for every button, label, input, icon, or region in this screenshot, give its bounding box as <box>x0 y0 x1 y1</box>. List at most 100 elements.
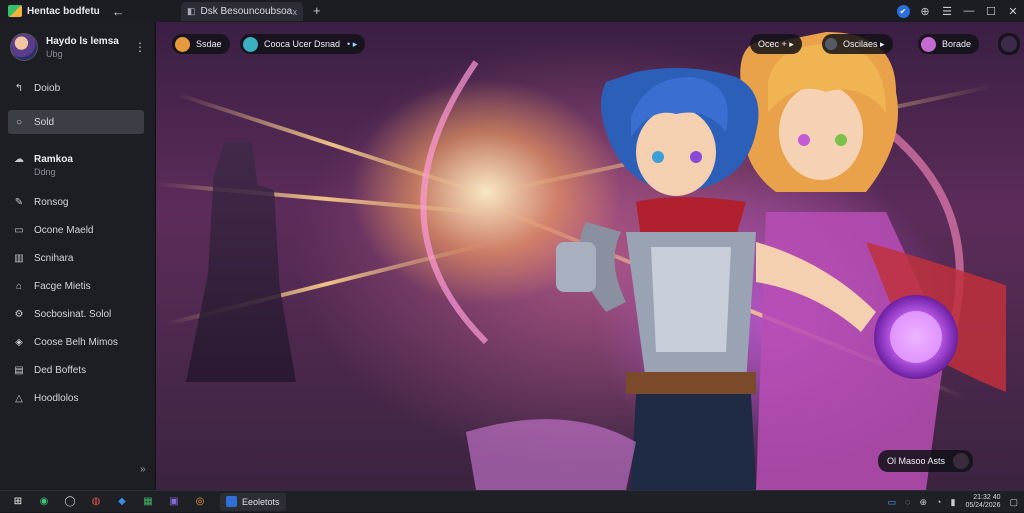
circle-icon: ○ <box>15 116 23 128</box>
chrome-icon[interactable]: ◎ <box>192 495 208 509</box>
collapse-sidebar-button[interactable]: » <box>140 464 146 475</box>
battery-icon[interactable]: ▮ <box>950 497 955 508</box>
sidebar-item-7[interactable]: ⚙ Socbosinat. Solol <box>8 302 144 326</box>
sidebar-item-4[interactable]: ▭ Ocone Maeld <box>8 218 144 242</box>
chip-extra: • ▸ <box>347 38 358 49</box>
app-title: Hentac bodfetu <box>27 5 100 17</box>
chip-user-2[interactable]: Cooca Ucer Dsnad • ▸ <box>240 34 366 54</box>
chip-label: Cooca Ucer Dsnad <box>264 39 341 49</box>
profile-card[interactable]: Haydo ls lemsa Ubg ⋮ <box>10 30 150 64</box>
chip-user-1[interactable]: Ssdae <box>172 34 230 54</box>
settings-icon <box>825 38 837 50</box>
new-tab-button[interactable]: + <box>313 3 321 18</box>
start-icon[interactable]: ⊞ <box>10 495 26 509</box>
kebab-menu-icon[interactable]: ⋮ <box>134 40 146 54</box>
window-controls: ✔ ⊕ ☰ — ☐ ✕ <box>892 0 1024 22</box>
clock-time: 21:32 40 <box>973 494 1001 501</box>
tab-label: Dsk Besouncoubsoa s <box>200 6 293 17</box>
network-icon[interactable]: ⊕ <box>920 497 928 508</box>
sidebar-item-label: Scnihara <box>34 252 74 264</box>
tab-main[interactable]: ◧ Dsk Besouncoubsoa s x <box>181 2 303 21</box>
avatar <box>1001 36 1017 52</box>
taskbar-app-label: Eeoletots <box>242 496 280 507</box>
sidebar-item-5[interactable]: ▥ Scnihara <box>8 246 144 270</box>
zoom-icon[interactable]: ⊕ <box>914 0 936 22</box>
shield-icon: ◈ <box>15 336 23 348</box>
sidebar-item-label: Hoodlolos <box>34 392 79 404</box>
sidebar-item-6[interactable]: ⌂ Facge Mietis <box>8 274 144 298</box>
sidebar-item-9[interactable]: ▤ Ded Boffets <box>8 358 144 382</box>
chat-icon[interactable]: ◆ <box>114 495 130 509</box>
search-icon[interactable]: ◯ <box>62 495 78 509</box>
sidebar-item-label: Ronsog <box>34 196 69 208</box>
chip-user-3[interactable]: Borade <box>918 34 980 54</box>
close-button[interactable]: ✕ <box>1002 0 1024 22</box>
sidebar-item-label: Ocone Maeld <box>34 224 94 236</box>
chip-label: Oscilaes ▸ <box>843 38 885 49</box>
heroes-illustration <box>420 32 1006 490</box>
taskbar: ⊞ ◉ ◯ ◍ ◆ ▦ ▣ ◎ Eeoletots ▭ ◌ ⊕ ◔ ▮ 21:3… <box>0 490 1024 512</box>
sidebar: Haydo ls lemsa Ubg ⋮ ↰ Doiob ○ Sold ☁ Ra… <box>0 22 156 490</box>
wifi-icon[interactable]: ◌ <box>905 497 910 507</box>
paint-icon: ✎ <box>14 196 24 208</box>
chip-label: Ssdae <box>196 39 222 49</box>
arrow-icon: ↰ <box>14 82 24 94</box>
profile-sub: Ubg <box>46 48 63 59</box>
sidebar-item-label: Ramkoa <box>34 154 73 165</box>
sidebar-item-10[interactable]: △ Hoodlolos <box>8 386 144 410</box>
title-bar: Hentac bodfetu ← <box>0 0 1024 22</box>
notification-icon[interactable]: ▢ <box>1009 497 1018 508</box>
chip-label: Ocec + ▸ <box>758 38 794 49</box>
chip-action-1[interactable]: Ocec + ▸ <box>750 34 802 54</box>
account-icon[interactable]: ✔ <box>892 0 914 22</box>
profile-name: Haydo ls lemsa <box>46 35 119 47</box>
maximize-button[interactable]: ☐ <box>980 0 1002 22</box>
cloud-icon: ☁ <box>14 154 24 165</box>
cart-icon: ⌂ <box>15 280 23 292</box>
app-icon <box>226 496 237 507</box>
menu-icon[interactable]: ☰ <box>936 0 958 22</box>
badge-label: Ol Masoo Asts <box>887 456 946 466</box>
sidebar-item-0[interactable]: ↰ Doiob <box>8 76 144 100</box>
back-arrow-icon[interactable]: ← <box>112 4 125 19</box>
system-tray: ▭ ◌ ⊕ ◔ ▮ 21:32 40 05/24/2026 ▢ <box>879 491 1018 513</box>
avatar <box>10 33 38 61</box>
sidebar-item-2[interactable]: ☁ Ramkoa Ddng <box>8 152 144 182</box>
app-logo-icon <box>8 5 22 17</box>
sidebar-item-label: Coose Belh Mimos <box>34 336 118 348</box>
avatar <box>243 36 258 52</box>
chip-label: Borade <box>942 39 972 49</box>
avatar <box>175 36 190 52</box>
sidebar-item-3[interactable]: ✎ Ronsog <box>8 190 144 214</box>
avatar <box>953 453 970 469</box>
chip-action-2[interactable]: Oscilaes ▸ <box>822 34 893 54</box>
gear-icon: ⚙ <box>14 308 24 320</box>
language-icon[interactable]: ▭ <box>888 497 897 508</box>
minimize-button[interactable]: — <box>958 0 980 22</box>
avatar <box>921 36 936 52</box>
volume-icon[interactable]: ◔ <box>936 497 941 507</box>
profile-avatar-button[interactable] <box>998 33 1020 55</box>
taskbar-active-app[interactable]: Eeoletots <box>220 492 286 511</box>
sidebar-item-label: Ded Boffets <box>34 364 87 376</box>
edge-icon[interactable]: ◉ <box>36 495 52 509</box>
tab-close-button[interactable]: x <box>293 7 298 17</box>
sidebar-item-8[interactable]: ◈ Coose Belh Mimos <box>8 330 144 354</box>
folder-icon: ▭ <box>14 224 24 236</box>
gallery-icon[interactable]: ▣ <box>166 495 182 509</box>
sheets-icon[interactable]: ▦ <box>140 495 156 509</box>
tab-page-icon: ◧ <box>187 6 196 16</box>
app-icon[interactable]: ◍ <box>88 495 104 509</box>
clock-date: 05/24/2026 <box>965 502 1001 509</box>
sidebar-item-sub: Ddng <box>34 167 56 177</box>
chart-icon: ▥ <box>14 252 24 264</box>
sidebar-item-label: Facge Mietis <box>34 280 91 292</box>
image-viewer[interactable]: Ssdae Cooca Ucer Dsnad • ▸ Ocec + ▸ Osci… <box>156 22 1024 490</box>
warning-icon: △ <box>15 392 23 404</box>
clock[interactable]: 21:32 40 05/24/2026 <box>965 494 1000 510</box>
castle-silhouette <box>186 142 296 382</box>
sidebar-item-label: Socbosinat. Solol <box>34 308 112 320</box>
overlay-badge[interactable]: Ol Masoo Asts <box>878 450 974 472</box>
document-icon: ▤ <box>14 364 24 376</box>
sidebar-item-1[interactable]: ○ Sold <box>8 110 144 134</box>
